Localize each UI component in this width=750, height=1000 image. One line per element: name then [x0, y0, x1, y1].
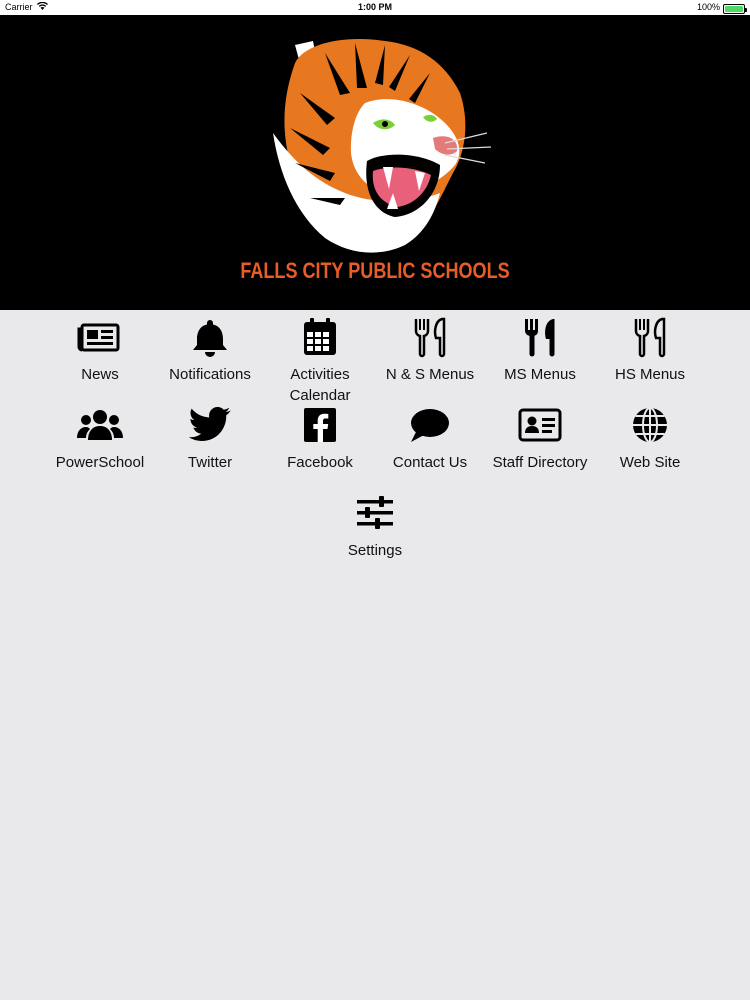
tile-label: Web Site	[619, 454, 681, 471]
tile-web-site[interactable]: Web Site	[595, 404, 705, 473]
wifi-icon	[36, 0, 48, 15]
tile-twitter[interactable]: Twitter	[155, 404, 265, 473]
tile-label: MS Menus	[504, 366, 576, 383]
tile-notifications[interactable]: Notifications	[155, 316, 265, 385]
tile-ms-menus[interactable]: MS Menus	[485, 316, 595, 385]
newspaper-icon	[76, 316, 124, 358]
battery-percent: 100%	[696, 2, 720, 12]
globe-icon	[626, 404, 674, 446]
facebook-icon	[296, 404, 344, 446]
tile-hs-menus[interactable]: HS Menus	[595, 316, 705, 385]
tile-powerschool[interactable]: PowerSchool	[45, 404, 155, 473]
utensils-outline-icon	[406, 316, 454, 358]
tile-label: Contact Us	[392, 454, 468, 471]
utensils-icon	[516, 316, 564, 358]
tile-label: Facebook	[287, 454, 353, 471]
tile-staff-directory[interactable]: Staff Directory	[485, 404, 595, 473]
tile-label: HS Menus	[614, 366, 686, 383]
tile-label: N & S Menus	[385, 366, 475, 383]
tile-label: News	[81, 366, 119, 383]
tile-contact-us[interactable]: Contact Us	[375, 404, 485, 473]
tile-n-s-menus[interactable]: N & S Menus	[375, 316, 485, 385]
status-left: Carrier	[5, 0, 48, 15]
header-banner: FALLS CITY PUBLIC SCHOOLS	[0, 15, 750, 310]
tile-label: Twitter	[187, 454, 233, 471]
tile-label: Settings	[347, 542, 403, 559]
school-name: FALLS CITY PUBLIC SCHOOLS	[240, 258, 510, 283]
status-right: 100%	[696, 0, 747, 15]
users-icon	[76, 404, 124, 446]
tile-label: Activities Calendar	[289, 366, 351, 404]
tile-label: Staff Directory	[492, 454, 588, 471]
tiger-logo	[255, 33, 495, 253]
battery-icon	[723, 3, 747, 14]
tile-news[interactable]: News	[45, 316, 155, 385]
status-time: 1:00 PM	[357, 2, 392, 12]
status-bar: Carrier 1:00 PM 100%	[0, 0, 750, 15]
id-card-icon	[516, 404, 564, 446]
tile-activities-calendar[interactable]: Activities Calendar	[265, 316, 375, 406]
utensils-outline-icon	[626, 316, 674, 358]
calendar-icon	[296, 316, 344, 358]
bell-icon	[186, 316, 234, 358]
tile-facebook[interactable]: Facebook	[265, 404, 375, 473]
speech-bubble-icon	[406, 404, 454, 446]
twitter-icon	[186, 404, 234, 446]
tile-label: PowerSchool	[55, 454, 145, 471]
tile-label: Notifications	[169, 366, 251, 383]
sliders-icon	[351, 492, 399, 534]
carrier-label: Carrier	[5, 2, 33, 12]
tile-settings[interactable]: Settings	[320, 492, 430, 561]
